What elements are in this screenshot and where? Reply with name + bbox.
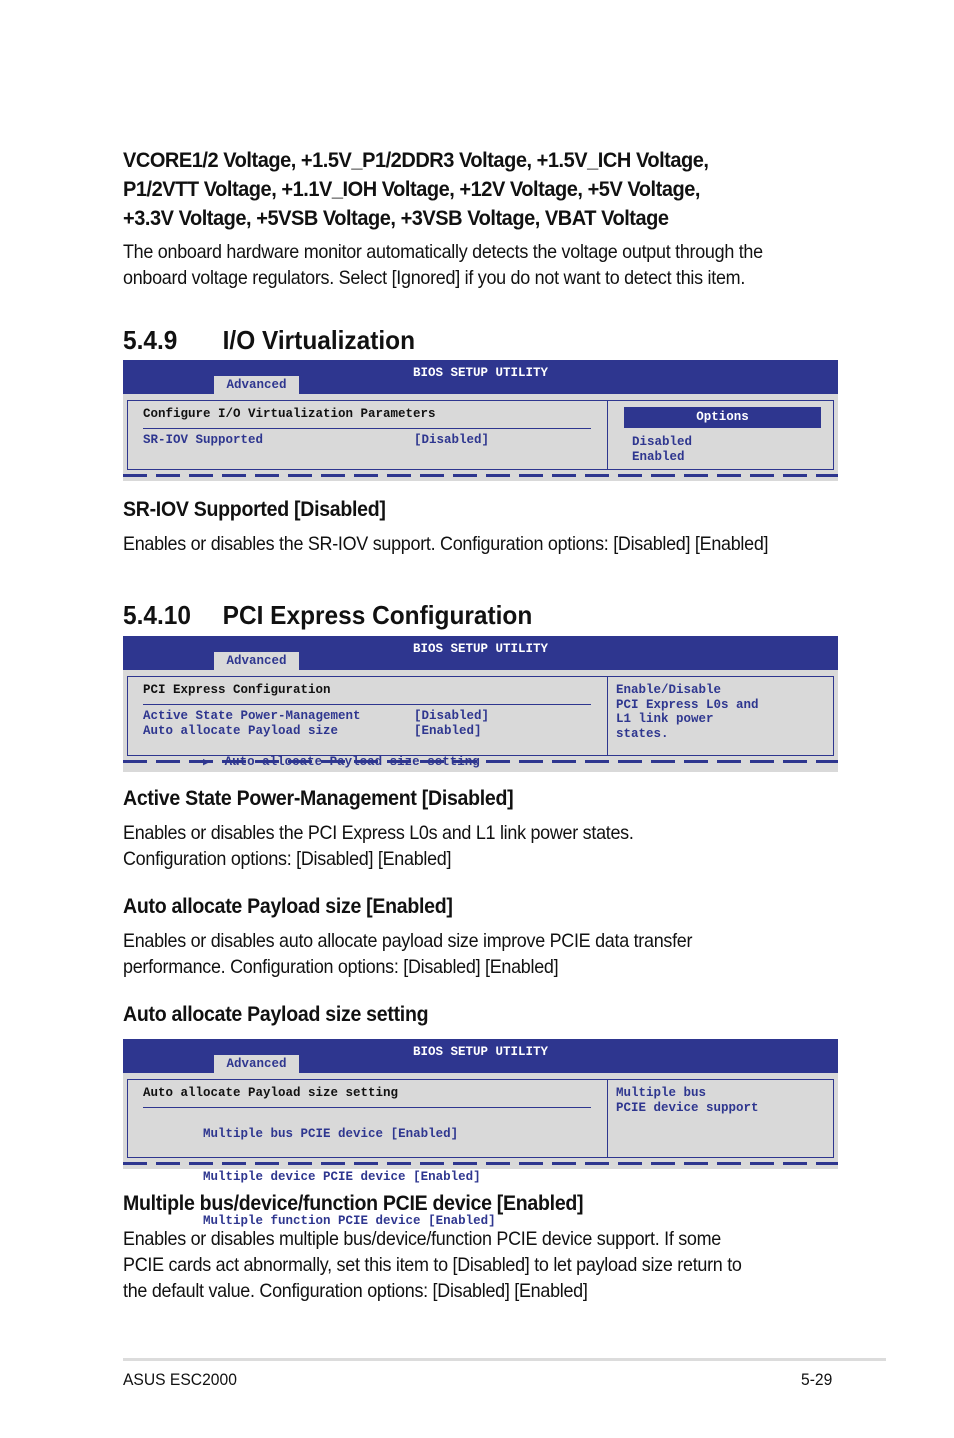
help-line: Enable/Disable (616, 683, 722, 697)
help-line: PCIE device support (616, 1100, 759, 1115)
panel-title: Configure I/O Virtualization Parameters (143, 407, 436, 421)
bios-screen-io-virtualization: BIOS SETUP UTILITY Advanced Configure I/… (123, 360, 838, 481)
auto-payload-description: Enables or disables auto allocate payloa… (123, 928, 841, 980)
help-line: Multiple bus (616, 1086, 707, 1100)
tab-advanced[interactable]: Advanced (214, 376, 299, 394)
panel-title: Auto allocate Payload size setting (143, 1086, 399, 1100)
setting-label: SR-IOV Supported (143, 433, 264, 447)
bios-panel: Auto allocate Payload size setting Multi… (127, 1079, 834, 1228)
section-heading-pci-express: 5.4.10 PCI Express Configuration (123, 600, 532, 630)
footer-product: ASUS ESC2000 (123, 1370, 237, 1389)
heading-line: VCORE1/2 Voltage, +1.5V_P1/2DDR3 Voltage… (123, 148, 709, 172)
setting-sr-iov[interactable]: SR-IOV Supported [Disabled] (143, 433, 607, 448)
tab-advanced[interactable]: Advanced (214, 1055, 299, 1073)
text-line: Enables or disables the PCI Express L0s … (123, 822, 634, 844)
setting-value: [Enabled] (413, 1170, 481, 1184)
divider (143, 427, 591, 429)
setting-label: Multiple bus PCIE device (203, 1126, 384, 1141)
voltage-heading: VCORE1/2 Voltage, +1.5V_P1/2DDR3 Voltage… (123, 146, 830, 233)
subheading-sr-iov: SR-IOV Supported [Disabled] (123, 498, 386, 521)
bios-help-pane: Enable/Disable PCI Express L0s and L1 li… (608, 677, 833, 755)
help-line: PCI Express L0s and (616, 697, 759, 712)
bios-screen-pci-express: BIOS SETUP UTILITY Advanced PCI Express … (123, 636, 838, 772)
divider (143, 1106, 591, 1108)
text-line: Enables or disables the SR-IOV support. … (123, 533, 769, 555)
bios-options-pane: Options Disabled Enabled (608, 401, 833, 469)
bios-title-bar: BIOS SETUP UTILITY Advanced (123, 636, 838, 670)
text-line: PCIE cards act abnormally, set this item… (123, 1254, 742, 1276)
footer-divider (123, 1358, 886, 1361)
options-header: Options (624, 407, 821, 428)
dashed-border (123, 1161, 838, 1169)
section-title: PCI Express Configuration (222, 600, 533, 630)
setting-value: [Disabled] (414, 433, 490, 447)
aspm-description: Enables or disables the PCI Express L0s … (123, 820, 841, 872)
setting-auto-payload[interactable]: Auto allocate Payload size [Enabled] (143, 724, 607, 739)
tab-advanced[interactable]: Advanced (214, 652, 299, 670)
text-line: the default value. Configuration options… (123, 1280, 588, 1302)
text-line: Enables or disables multiple bus/device/… (123, 1228, 722, 1250)
setting-label: Active State Power-Management (143, 709, 361, 723)
text-line: Enables or disables auto allocate payloa… (123, 930, 693, 952)
setting-label: Auto allocate Payload size (143, 723, 339, 738)
multiple-pcie-description: Enables or disables multiple bus/device/… (123, 1226, 841, 1304)
subheading-auto-payload: Auto allocate Payload size [Enabled] (123, 895, 453, 918)
setting-value: [Enabled] (390, 1126, 459, 1141)
bios-title-bar: BIOS SETUP UTILITY Advanced (123, 360, 838, 394)
setting-value: [Enabled] (414, 723, 482, 738)
bios-panel: Configure I/O Virtualization Parameters … (127, 400, 834, 470)
bios-title-bar: BIOS SETUP UTILITY Advanced (123, 1039, 838, 1073)
bios-screen-payload-setting: BIOS SETUP UTILITY Advanced Auto allocat… (123, 1039, 838, 1228)
page-number: 5-29 (801, 1370, 833, 1389)
option-enabled[interactable]: Enabled (632, 450, 833, 465)
setting-multiple-bus[interactable]: Multiple bus PCIE device [Enabled] (143, 1112, 607, 1156)
bios-settings-pane: Auto allocate Payload size setting Multi… (128, 1080, 608, 1228)
bios-panel: PCI Express Configuration Active State P… (127, 676, 834, 769)
dashed-border (123, 759, 838, 767)
bios-settings-pane: PCI Express Configuration Active State P… (128, 677, 608, 769)
option-disabled[interactable]: Disabled (632, 435, 833, 450)
voltage-description: The onboard hardware monitor automatical… (123, 239, 841, 291)
setting-aspm[interactable]: Active State Power-Management [Disabled] (143, 709, 607, 724)
section-title: I/O Virtualization (222, 325, 416, 355)
help-line: L1 link power (616, 712, 714, 726)
subheading-aspm: Active State Power-Management [Disabled] (123, 787, 514, 810)
divider (143, 703, 591, 705)
text-line: onboard voltage regulators. Select [Igno… (123, 267, 746, 289)
bios-settings-pane: Configure I/O Virtualization Parameters … (128, 401, 608, 469)
section-heading-io-virtualization: 5.4.9 I/O Virtualization (123, 325, 415, 355)
help-line: states. (616, 726, 669, 741)
heading-line: +3.3V Voltage, +5VSB Voltage, +3VSB Volt… (123, 206, 669, 230)
text-line: performance. Configuration options: [Dis… (123, 956, 559, 978)
text-line: The onboard hardware monitor automatical… (123, 241, 763, 263)
setting-value: [Disabled] (414, 709, 490, 723)
heading-line: P1/2VTT Voltage, +1.1V_IOH Voltage, +12V… (123, 177, 700, 201)
sr-iov-description: Enables or disables the SR-IOV support. … (123, 531, 841, 557)
subheading-payload-setting: Auto allocate Payload size setting (123, 1003, 429, 1026)
dashed-border (123, 473, 838, 481)
subheading-multiple-pcie: Multiple bus/device/function PCIE device… (123, 1192, 584, 1215)
section-number: 5.4.9 (123, 325, 178, 355)
setting-label: Multiple device PCIE device (203, 1170, 406, 1184)
panel-title: PCI Express Configuration (143, 683, 331, 697)
section-number: 5.4.10 (123, 600, 191, 630)
text-line: Configuration options: [Disabled] [Enabl… (123, 848, 452, 870)
bios-help-pane: Multiple bus PCIE device support (608, 1080, 833, 1157)
